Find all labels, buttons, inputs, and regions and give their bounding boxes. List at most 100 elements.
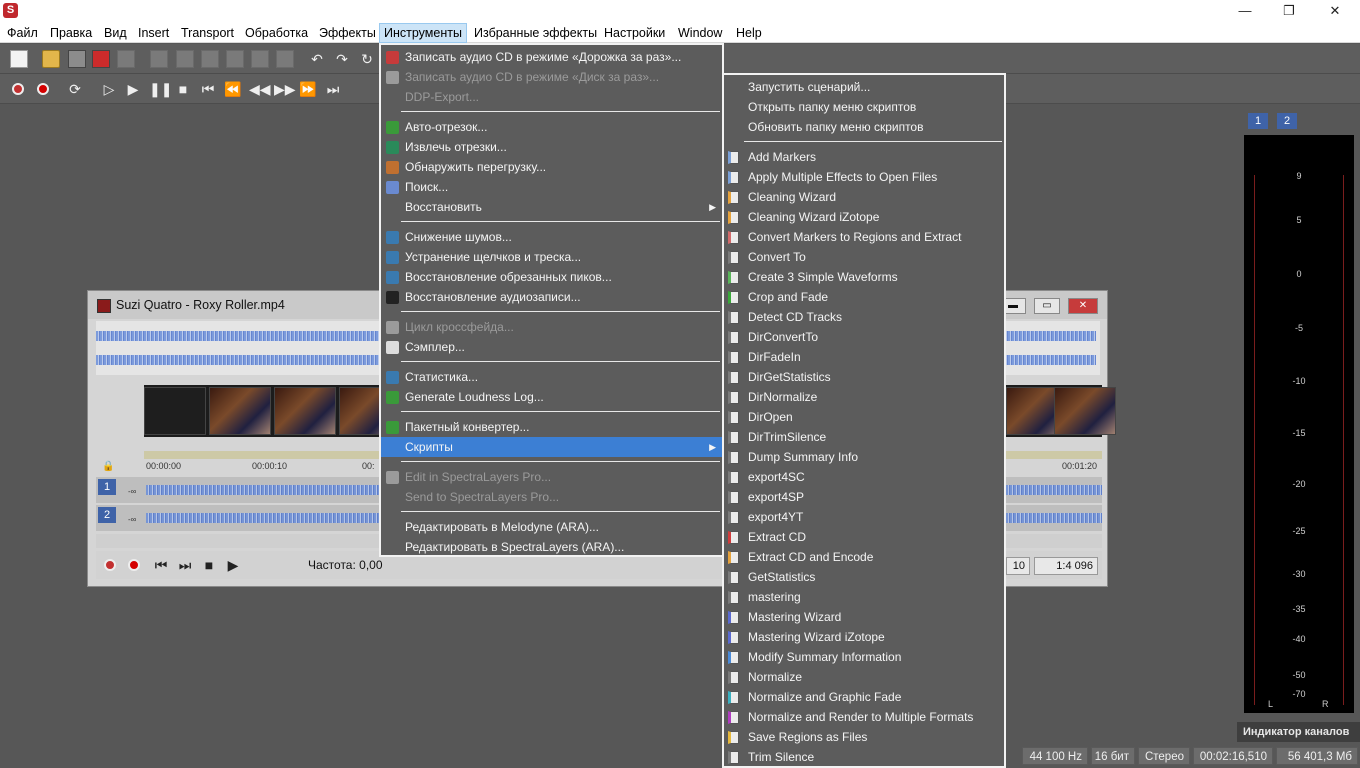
menu-options[interactable]: Настройки: [604, 24, 665, 42]
doc-go-start-icon[interactable]: ⏮: [152, 556, 170, 574]
tools-menu-item[interactable]: Восстановление обрезанных пиков...: [381, 267, 722, 287]
tools-menu-item[interactable]: Скрипты ▶: [381, 437, 722, 457]
menu-favorites[interactable]: Избранные эффекты: [474, 24, 597, 42]
tools-menu-item[interactable]: DDP-Export...: [381, 87, 722, 107]
script-item[interactable]: Mastering Wizard iZotope: [724, 627, 1004, 647]
script-item[interactable]: Trim Silence: [724, 747, 1004, 767]
doc-maximize-button[interactable]: ▭: [1034, 298, 1060, 314]
script-item[interactable]: Extract CD and Encode: [724, 547, 1004, 567]
play-all-icon[interactable]: ▷: [100, 80, 118, 98]
script-item[interactable]: DirNormalize: [724, 387, 1004, 407]
tools-menu-item[interactable]: Снижение шумов...: [381, 227, 722, 247]
tools-menu-item[interactable]: Редактировать в Melodyne (ARA)...: [381, 517, 722, 537]
tools-menu-item[interactable]: Авто-отрезок...: [381, 117, 722, 137]
doc-go-end-icon[interactable]: ⏭: [176, 556, 194, 574]
script-item[interactable]: Normalize: [724, 667, 1004, 687]
record-options-icon[interactable]: [12, 83, 24, 95]
new-file-icon[interactable]: [10, 50, 28, 68]
meter-tab-1[interactable]: 1: [1248, 113, 1268, 129]
tools-menu-item[interactable]: Цикл кроссфейда...: [381, 317, 722, 337]
scripts-menu-command[interactable]: Запустить сценарий...: [724, 77, 1004, 97]
tools-menu-item[interactable]: Восстановить ▶: [381, 197, 722, 217]
script-item[interactable]: export4SP: [724, 487, 1004, 507]
play-icon[interactable]: ▶: [124, 80, 142, 98]
script-item[interactable]: DirFadeIn: [724, 347, 1004, 367]
menu-effects[interactable]: Эффекты: [319, 24, 376, 42]
doc-play-icon[interactable]: ▶: [224, 556, 242, 574]
tools-menu-item[interactable]: Восстановление аудиозаписи...: [381, 287, 722, 307]
doc-record-options-icon[interactable]: [104, 559, 116, 571]
status-channels[interactable]: Стерео: [1138, 747, 1190, 765]
script-item[interactable]: mastering: [724, 587, 1004, 607]
scripts-menu-command[interactable]: Обновить папку меню скриптов: [724, 117, 1004, 137]
script-item[interactable]: Create 3 Simple Waveforms: [724, 267, 1004, 287]
go-end-icon[interactable]: ⏭: [324, 80, 342, 98]
doc-record-icon[interactable]: [128, 559, 140, 571]
script-item[interactable]: Dump Summary Info: [724, 447, 1004, 467]
script-item[interactable]: DirOpen: [724, 407, 1004, 427]
tools-menu-item[interactable]: Send to SpectraLayers Pro...: [381, 487, 722, 507]
menu-insert[interactable]: Insert: [138, 24, 169, 42]
script-item[interactable]: Apply Multiple Effects to Open Files: [724, 167, 1004, 187]
tools-menu-item[interactable]: Редактировать в SpectraLayers (ARA)...: [381, 537, 722, 557]
open-folder-icon[interactable]: [42, 50, 60, 68]
app-logo-icon[interactable]: S: [3, 3, 18, 18]
script-item[interactable]: Mastering Wizard: [724, 607, 1004, 627]
tools-menu-item[interactable]: Устранение щелчков и треска...: [381, 247, 722, 267]
script-item[interactable]: DirTrimSilence: [724, 427, 1004, 447]
save-as-icon[interactable]: [92, 50, 110, 68]
minimize-button[interactable]: —: [1222, 0, 1268, 22]
script-item[interactable]: Crop and Fade: [724, 287, 1004, 307]
close-button[interactable]: ✕: [1312, 0, 1358, 22]
menu-transport[interactable]: Transport: [181, 24, 234, 42]
save-all-icon[interactable]: [117, 50, 135, 68]
script-item[interactable]: Cleaning Wizard: [724, 187, 1004, 207]
script-item[interactable]: Convert Markers to Regions and Extract: [724, 227, 1004, 247]
scripts-menu-command[interactable]: Открыть папку меню скриптов: [724, 97, 1004, 117]
tools-menu-item[interactable]: Сэмплер...: [381, 337, 722, 357]
forward-icon[interactable]: ▶▶: [274, 80, 296, 98]
script-item[interactable]: Convert To: [724, 247, 1004, 267]
menu-help[interactable]: Help: [736, 24, 762, 42]
tools-menu-item[interactable]: Поиск...: [381, 177, 722, 197]
cut-icon[interactable]: [150, 50, 168, 68]
copy-icon[interactable]: [176, 50, 194, 68]
loop-icon[interactable]: ⟳: [66, 80, 84, 98]
script-item[interactable]: export4SC: [724, 467, 1004, 487]
next-marker-icon[interactable]: ⏩: [299, 80, 317, 98]
script-item[interactable]: Detect CD Tracks: [724, 307, 1004, 327]
paste-new-icon[interactable]: [251, 50, 269, 68]
menu-file[interactable]: Файл: [7, 24, 38, 42]
maximize-button[interactable]: ❐: [1266, 0, 1312, 22]
script-item[interactable]: Normalize and Render to Multiple Formats: [724, 707, 1004, 727]
meter-tab-2[interactable]: 2: [1277, 113, 1297, 129]
script-item[interactable]: export4YT: [724, 507, 1004, 527]
script-item[interactable]: GetStatistics: [724, 567, 1004, 587]
record-icon[interactable]: [37, 83, 49, 95]
script-item[interactable]: Cleaning Wizard iZotope: [724, 207, 1004, 227]
repeat-icon[interactable]: ↻: [358, 50, 376, 68]
redo-icon[interactable]: ↷: [333, 50, 351, 68]
undo-icon[interactable]: ↶: [308, 50, 326, 68]
paste-icon[interactable]: [201, 50, 219, 68]
prev-marker-icon[interactable]: ⏪: [224, 80, 242, 98]
rewind-icon[interactable]: ◀◀: [249, 80, 271, 98]
status-samplerate[interactable]: 44 100 Hz: [1022, 747, 1088, 765]
go-start-icon[interactable]: ⏮: [199, 80, 217, 98]
tools-menu-item[interactable]: Записать аудио CD в режиме «Дорожка за р…: [381, 47, 722, 67]
pause-icon[interactable]: ❚❚: [149, 80, 172, 98]
menu-edit[interactable]: Правка: [50, 24, 92, 42]
status-bitdepth[interactable]: 16 бит: [1091, 747, 1135, 765]
menu-window[interactable]: Window: [678, 24, 722, 42]
menu-view[interactable]: Вид: [104, 24, 127, 42]
tools-menu-item[interactable]: Записать аудио CD в режиме «Диск за раз»…: [381, 67, 722, 87]
doc-stop-icon[interactable]: ■: [200, 556, 218, 574]
tools-menu-item[interactable]: Извлечь отрезки...: [381, 137, 722, 157]
tools-menu-item[interactable]: Обнаружить перегрузку...: [381, 157, 722, 177]
tools-menu-item[interactable]: Edit in SpectraLayers Pro...: [381, 467, 722, 487]
script-item[interactable]: Save Regions as Files: [724, 727, 1004, 747]
menu-tools[interactable]: Инструменты: [379, 23, 467, 43]
lock-icon[interactable]: 🔒: [102, 461, 114, 472]
tools-menu-item[interactable]: Статистика...: [381, 367, 722, 387]
script-item[interactable]: Add Markers: [724, 147, 1004, 167]
